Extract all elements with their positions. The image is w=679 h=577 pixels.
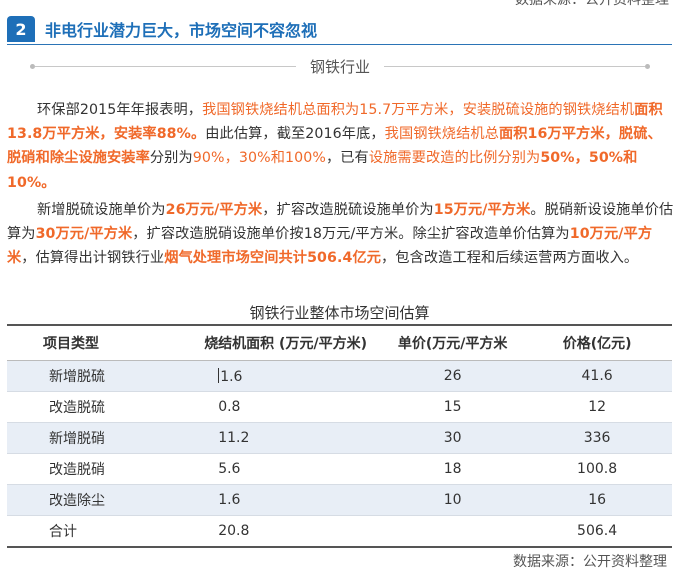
table-header-row: 项目类型 烧结机面积 (万元/平方米) 单价(万元/平方米 价格(亿元) <box>7 325 672 361</box>
header-price: 价格(亿元) <box>562 336 632 352</box>
cell-price: 336 <box>583 430 611 446</box>
text-run: 新增脱硫设施单价为 <box>37 202 166 218</box>
cell-area: 20.8 <box>218 523 250 539</box>
top-source-note: 数据来源：公开资料整理 <box>515 0 669 8</box>
footer-source-note: 数据来源：公开资料整理 <box>513 554 667 570</box>
subsection-divider: 钢铁行业 <box>30 56 651 76</box>
table-row: 改造除尘 1.6 10 16 <box>7 484 672 516</box>
cell-unit-price <box>383 516 522 548</box>
highlight-run: 我国钢铁烧结机总面积为15.7万平方米，安装脱硫设施的钢铁烧结机 <box>202 102 635 118</box>
paragraph-steel-sintering: 环保部2015年年报表明，我国钢铁烧结机总面积为15.7万平方米，安装脱硫设施的… <box>7 98 675 195</box>
section-header: 2 非电行业潜力巨大，市场空间不容忽视 <box>7 14 672 45</box>
text-run: ，包含改造工程和后续运营两方面收入。 <box>381 250 639 267</box>
cell-item-type: 改造除尘 <box>49 493 105 509</box>
cell-price: 100.8 <box>577 461 618 477</box>
table-total-row: 合计 20.8 506.4 <box>7 515 672 548</box>
highlight-run: 设施需要改造的比例分别为 <box>368 150 541 167</box>
text-run: 由此估算，截至2016年底， <box>205 126 385 143</box>
text-run: ，已有 <box>325 150 369 167</box>
highlight-run: 26万元/平方米 <box>165 202 263 218</box>
cell-area[interactable]: 1.6 <box>180 361 383 392</box>
section-title: 非电行业潜力巨大，市场空间不容忽视 <box>45 21 318 40</box>
table-row: 新增脱硫 1.6 26 41.6 <box>7 360 672 392</box>
text-run: 环保部2015年年报表明， <box>37 102 203 118</box>
divider-dot-right <box>645 63 651 69</box>
section-number-badge: 2 <box>7 16 35 42</box>
cell-area: 5.6 <box>218 461 241 477</box>
divider-line-right <box>384 65 646 67</box>
cell-price: 506.4 <box>577 523 618 539</box>
divider-line-left <box>35 65 296 67</box>
cell-item-type: 改造脱硝 <box>49 462 105 478</box>
text-run: 分别为 <box>149 150 193 167</box>
header-unit-price: 单价(万元/平方米 <box>397 336 508 352</box>
cell-area: 1.6 <box>218 492 241 508</box>
cell-unit-price: 15 <box>443 399 462 415</box>
market-estimate-table: 项目类型 烧结机面积 (万元/平方米) 单价(万元/平方米 价格(亿元) 新增脱… <box>7 324 672 548</box>
table-row: 改造脱硝 5.6 18 100.8 <box>7 454 672 485</box>
highlight-run: 我国钢铁烧结机总 <box>384 126 499 143</box>
text-run: ，扩容改造脱硫设施单价为 <box>262 202 434 218</box>
highlight-run: 90%，30%和100% <box>192 150 326 167</box>
cell-item-type: 新增脱硫 <box>49 369 105 385</box>
header-item-type: 项目类型 <box>43 336 99 352</box>
highlight-run: 30万元/平方米 <box>35 226 133 243</box>
cell-item-type: 合计 <box>49 524 77 540</box>
cell-unit-price: 10 <box>443 492 462 508</box>
cell-unit-price: 26 <box>443 368 462 384</box>
table-row: 新增脱硝 11.2 30 336 <box>7 422 672 454</box>
cell-area: 0.8 <box>218 399 241 415</box>
cell-price: 16 <box>588 492 607 508</box>
text-run: ，估算得出计钢铁行业 <box>21 250 165 267</box>
subsection-label: 钢铁行业 <box>310 57 371 76</box>
cell-unit-price: 18 <box>443 461 462 477</box>
cell-price: 12 <box>588 399 607 415</box>
text-run: ，扩容改造脱硝设施单价按18万元/平方米。除尘扩容改造单价估算为 <box>132 226 570 243</box>
header-area: 烧结机面积 (万元/平方米) <box>204 336 367 352</box>
highlight-run: 15万元/平方米 <box>433 202 531 218</box>
table-row: 改造脱硫 0.8 15 12 <box>7 392 672 423</box>
table-title: 钢铁行业整体市场空间估算 <box>249 304 430 322</box>
cell-unit-price: 30 <box>443 430 462 446</box>
paragraph-unit-prices: 新增脱硫设施单价为26万元/平方米，扩容改造脱硫设施单价为15万元/平方米。脱硝… <box>7 198 675 271</box>
cell-area: 11.2 <box>218 430 250 446</box>
data-table: 项目类型 烧结机面积 (万元/平方米) 单价(万元/平方米 价格(亿元) 新增脱… <box>7 324 672 548</box>
cell-item-type: 改造脱硫 <box>49 400 105 416</box>
cell-item-type: 新增脱硝 <box>49 431 105 447</box>
cell-area-value: 1.6 <box>220 368 243 385</box>
highlight-run: 烟气处理市场空间共计506.4亿元 <box>164 250 382 267</box>
cell-price: 41.6 <box>581 368 613 384</box>
